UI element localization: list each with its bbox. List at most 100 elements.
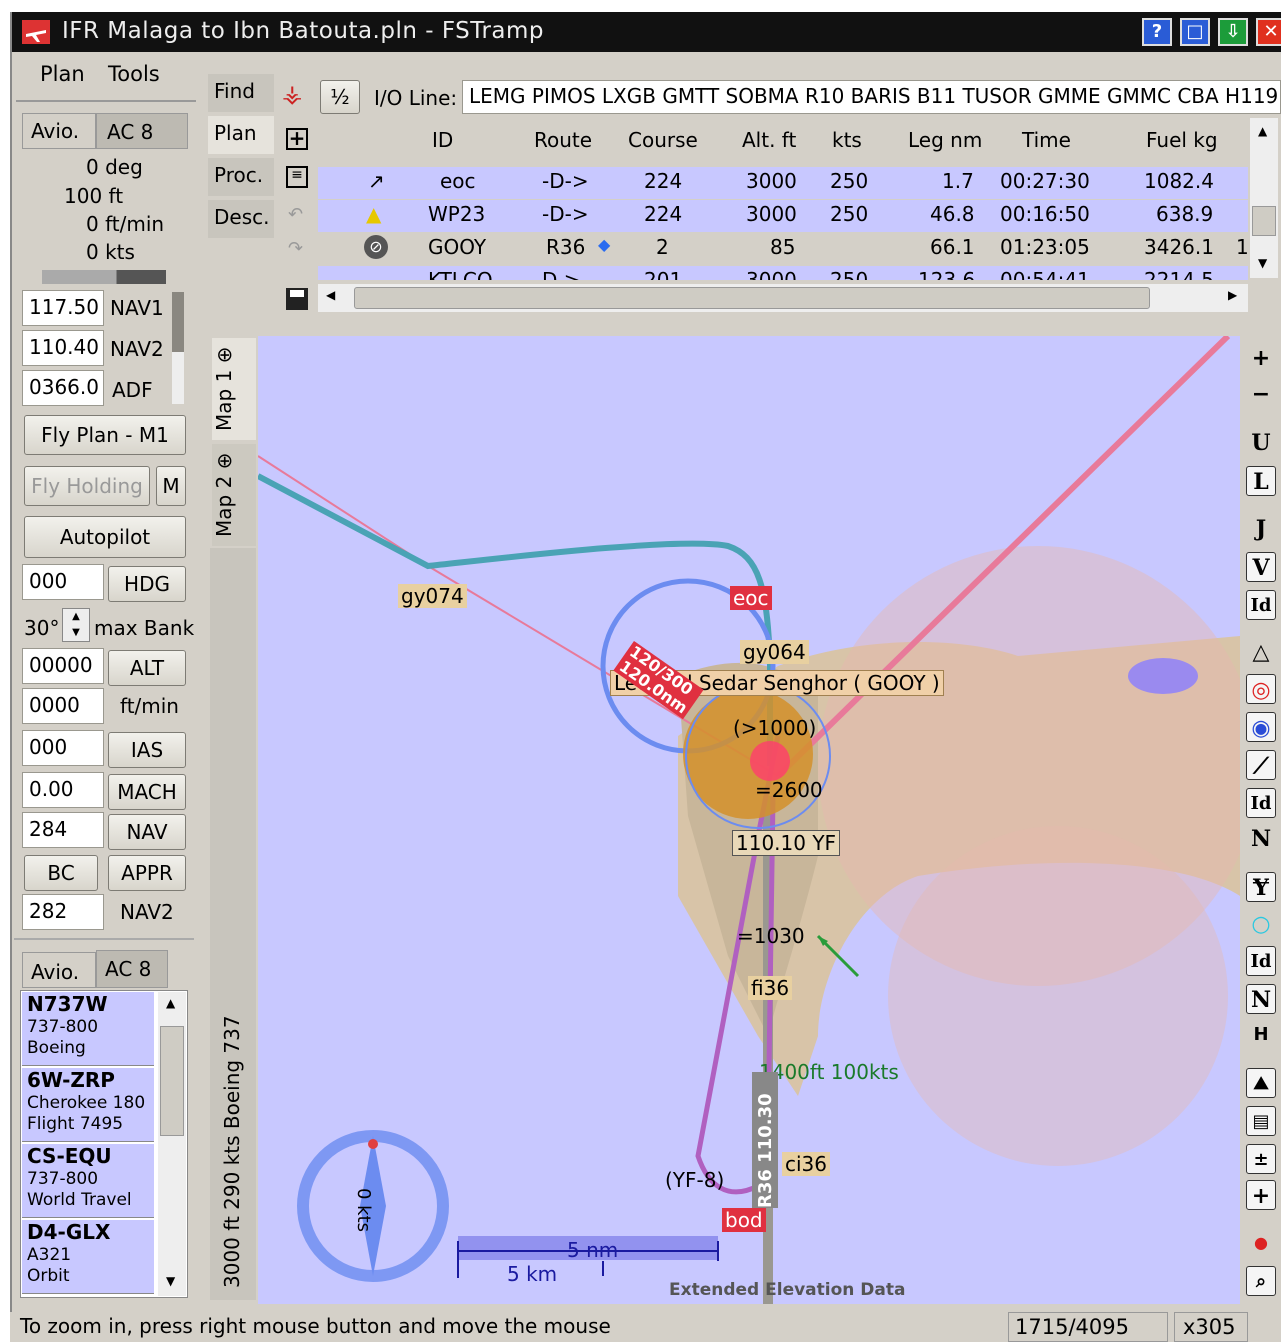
col-route[interactable]: Route — [534, 128, 592, 152]
ias-field[interactable]: 000 — [22, 730, 104, 766]
aircraft-item[interactable]: N737W 737-800 Boeing — [22, 992, 154, 1066]
alt-button[interactable]: ALT — [108, 650, 186, 686]
col-id[interactable]: ID — [432, 128, 453, 152]
waypoint-label-bod[interactable]: bod — [722, 1208, 766, 1232]
fly-holding-button[interactable]: Fly Holding — [24, 466, 150, 506]
nav-button[interactable]: NAV — [108, 814, 186, 850]
waypoint-label-gy064[interactable]: gy064 — [740, 640, 809, 664]
heliports-icon[interactable]: H — [1246, 1020, 1276, 1050]
undo-icon[interactable]: ↶ — [288, 204, 303, 225]
vor-icon[interactable]: ◎ — [1246, 674, 1276, 704]
waypoint-label-eoc[interactable]: eoc — [730, 586, 772, 610]
radios-scrollbar[interactable] — [172, 292, 184, 404]
map-canvas[interactable]: gy074 eoc gy064 Leopold Sedar Senghor ( … — [258, 336, 1240, 1304]
search-icon[interactable]: ⌕ — [1246, 1266, 1276, 1296]
bank-spinner[interactable]: ▲ ▼ — [62, 608, 90, 642]
table-row[interactable]: ↗ eoc -D-> 224 3000 250 1.7 00:27:30 108… — [318, 167, 1248, 199]
waypoint-label-fi36[interactable]: fi36 — [748, 976, 793, 1000]
waypoint-label-yf8[interactable]: (YF-8) — [662, 1168, 727, 1192]
ias-button[interactable]: IAS — [108, 732, 186, 768]
nav-field[interactable]: 284 — [22, 812, 104, 848]
nav1-field[interactable]: 117.50 — [22, 290, 104, 326]
col-kts[interactable]: kts — [832, 128, 862, 152]
half-button[interactable]: ½ — [320, 80, 360, 114]
side-tab-desc[interactable]: Desc. — [208, 200, 274, 238]
mach-field[interactable]: 0.00 — [22, 772, 104, 808]
victor-airways-icon[interactable]: V — [1246, 552, 1276, 582]
navaid-name-icon[interactable]: N — [1246, 824, 1276, 854]
route-icon[interactable]: ⚶ — [282, 80, 302, 108]
adf-field[interactable]: 0366.0 — [22, 370, 104, 406]
hdg-button[interactable]: HDG — [108, 566, 186, 602]
aircraft-list-scrollbar[interactable]: ▲ ▼ — [158, 992, 186, 1296]
aircraft-item[interactable]: CS-EQU 737-800 World Travel — [22, 1144, 154, 1218]
aircraft-tab-avio[interactable]: Avio. — [22, 952, 96, 988]
bc-button[interactable]: BC — [24, 855, 98, 891]
airport-name-icon[interactable]: N — [1246, 984, 1276, 1014]
tab-map2[interactable]: Map 2 ⊕ — [212, 444, 256, 546]
nav2-course-field[interactable]: 282 — [22, 894, 104, 930]
marker-icon[interactable]: ● — [1246, 1228, 1276, 1258]
route-select-icon[interactable]: ◆ — [598, 235, 610, 254]
jet-routes-icon[interactable]: J — [1246, 514, 1276, 544]
airport-radius-icon[interactable]: ○ — [1246, 910, 1276, 940]
table-row[interactable]: ▲ WP23 -D-> 224 3000 250 46.8 00:16:50 6… — [318, 200, 1248, 232]
col-time[interactable]: Time — [1022, 128, 1071, 152]
ils-icon[interactable]: ⟋ — [1246, 750, 1276, 780]
layers-icon[interactable]: ▤ — [1246, 1106, 1276, 1136]
help-button[interactable]: ? — [1142, 18, 1172, 46]
airport-id-icon[interactable]: Id — [1246, 946, 1276, 976]
ils-label[interactable]: 110.10 YF — [732, 830, 841, 856]
col-leg[interactable]: Leg nm — [908, 128, 982, 152]
aircraft-tab-ac8[interactable]: AC 8 — [96, 950, 168, 988]
side-tab-plan[interactable]: Plan — [208, 116, 274, 154]
ndb-icon[interactable]: ◉ — [1246, 712, 1276, 742]
menu-plan[interactable]: Plan — [40, 62, 85, 86]
col-course[interactable]: Course — [628, 128, 698, 152]
save-icon[interactable] — [286, 288, 308, 310]
altitude-icon[interactable]: ± — [1246, 1144, 1276, 1174]
alt-field[interactable]: 00000 — [22, 648, 104, 684]
zoom-in-icon[interactable]: + — [1246, 344, 1276, 374]
terrain-icon[interactable]: ⛰ — [1246, 1068, 1276, 1098]
navaid-id-icon[interactable]: Id — [1246, 788, 1276, 818]
lower-airways-icon[interactable]: L — [1246, 466, 1276, 496]
vs-field[interactable]: 0000 — [22, 688, 104, 724]
waypoint-label-gy074[interactable]: gy074 — [398, 584, 467, 608]
side-tab-proc[interactable]: Proc. — [208, 158, 274, 196]
plan-vertical-scrollbar[interactable]: ▲ ▼ — [1250, 118, 1278, 278]
appr-button[interactable]: APPR — [108, 855, 186, 891]
tab-map1[interactable]: Map 1 ⊕ — [212, 338, 256, 440]
holding-mode-button[interactable]: M — [156, 466, 186, 506]
redo-icon[interactable]: ↷ — [288, 238, 303, 259]
upper-airways-icon[interactable]: U — [1246, 428, 1276, 458]
pin-button[interactable]: ⇩ — [1218, 18, 1248, 46]
airports-icon[interactable]: Ɏ — [1246, 872, 1276, 902]
menu-tools[interactable]: Tools — [108, 62, 160, 86]
fly-plan-button[interactable]: Fly Plan - M1 — [24, 415, 186, 455]
plan-horizontal-scrollbar[interactable]: ◀ ▶ — [318, 284, 1248, 312]
waypoint-label-ci36[interactable]: ci36 — [782, 1152, 831, 1176]
nav2-field[interactable]: 110.40 — [22, 330, 104, 366]
col-fuel[interactable]: Fuel kg — [1146, 128, 1218, 152]
list-icon[interactable]: ≡ — [286, 166, 308, 188]
avionics-tab-ac8[interactable]: AC 8 — [96, 113, 188, 149]
table-row[interactable]: ⊘ GOOY R36 ◆ 2 85 66.1 01:23:05 3426.1 1 — [318, 233, 1249, 265]
aircraft-item[interactable]: 6W-ZRP Cherokee 180 Flight 7495 — [22, 1068, 154, 1142]
airway-id-icon[interactable]: Id — [1246, 590, 1276, 620]
avionics-tab-avio[interactable]: Avio. — [22, 113, 96, 149]
table-row[interactable]: KTLCO D > 201 3000 250 123.6 00:54:41 22… — [318, 266, 1248, 280]
autopilot-button[interactable]: Autopilot — [24, 516, 186, 558]
col-alt[interactable]: Alt. ft — [742, 128, 796, 152]
add-waypoint-icon[interactable]: + — [286, 128, 308, 150]
close-button[interactable]: ✕ — [1256, 18, 1281, 46]
hdg-field[interactable]: 000 — [22, 564, 104, 600]
mach-button[interactable]: MACH — [108, 774, 186, 810]
restore-button[interactable]: □ — [1180, 18, 1210, 46]
center-icon[interactable]: + — [1246, 1180, 1276, 1210]
io-line-input[interactable]: LEMG PIMOS LXGB GMTT SOBMA R10 BARIS B11… — [462, 80, 1281, 114]
zoom-out-icon[interactable]: − — [1246, 380, 1276, 410]
side-tab-find[interactable]: Find — [208, 74, 274, 112]
waypoints-icon[interactable]: △ — [1246, 638, 1276, 668]
aircraft-item[interactable]: D4-GLX A321 Orbit — [22, 1220, 154, 1294]
